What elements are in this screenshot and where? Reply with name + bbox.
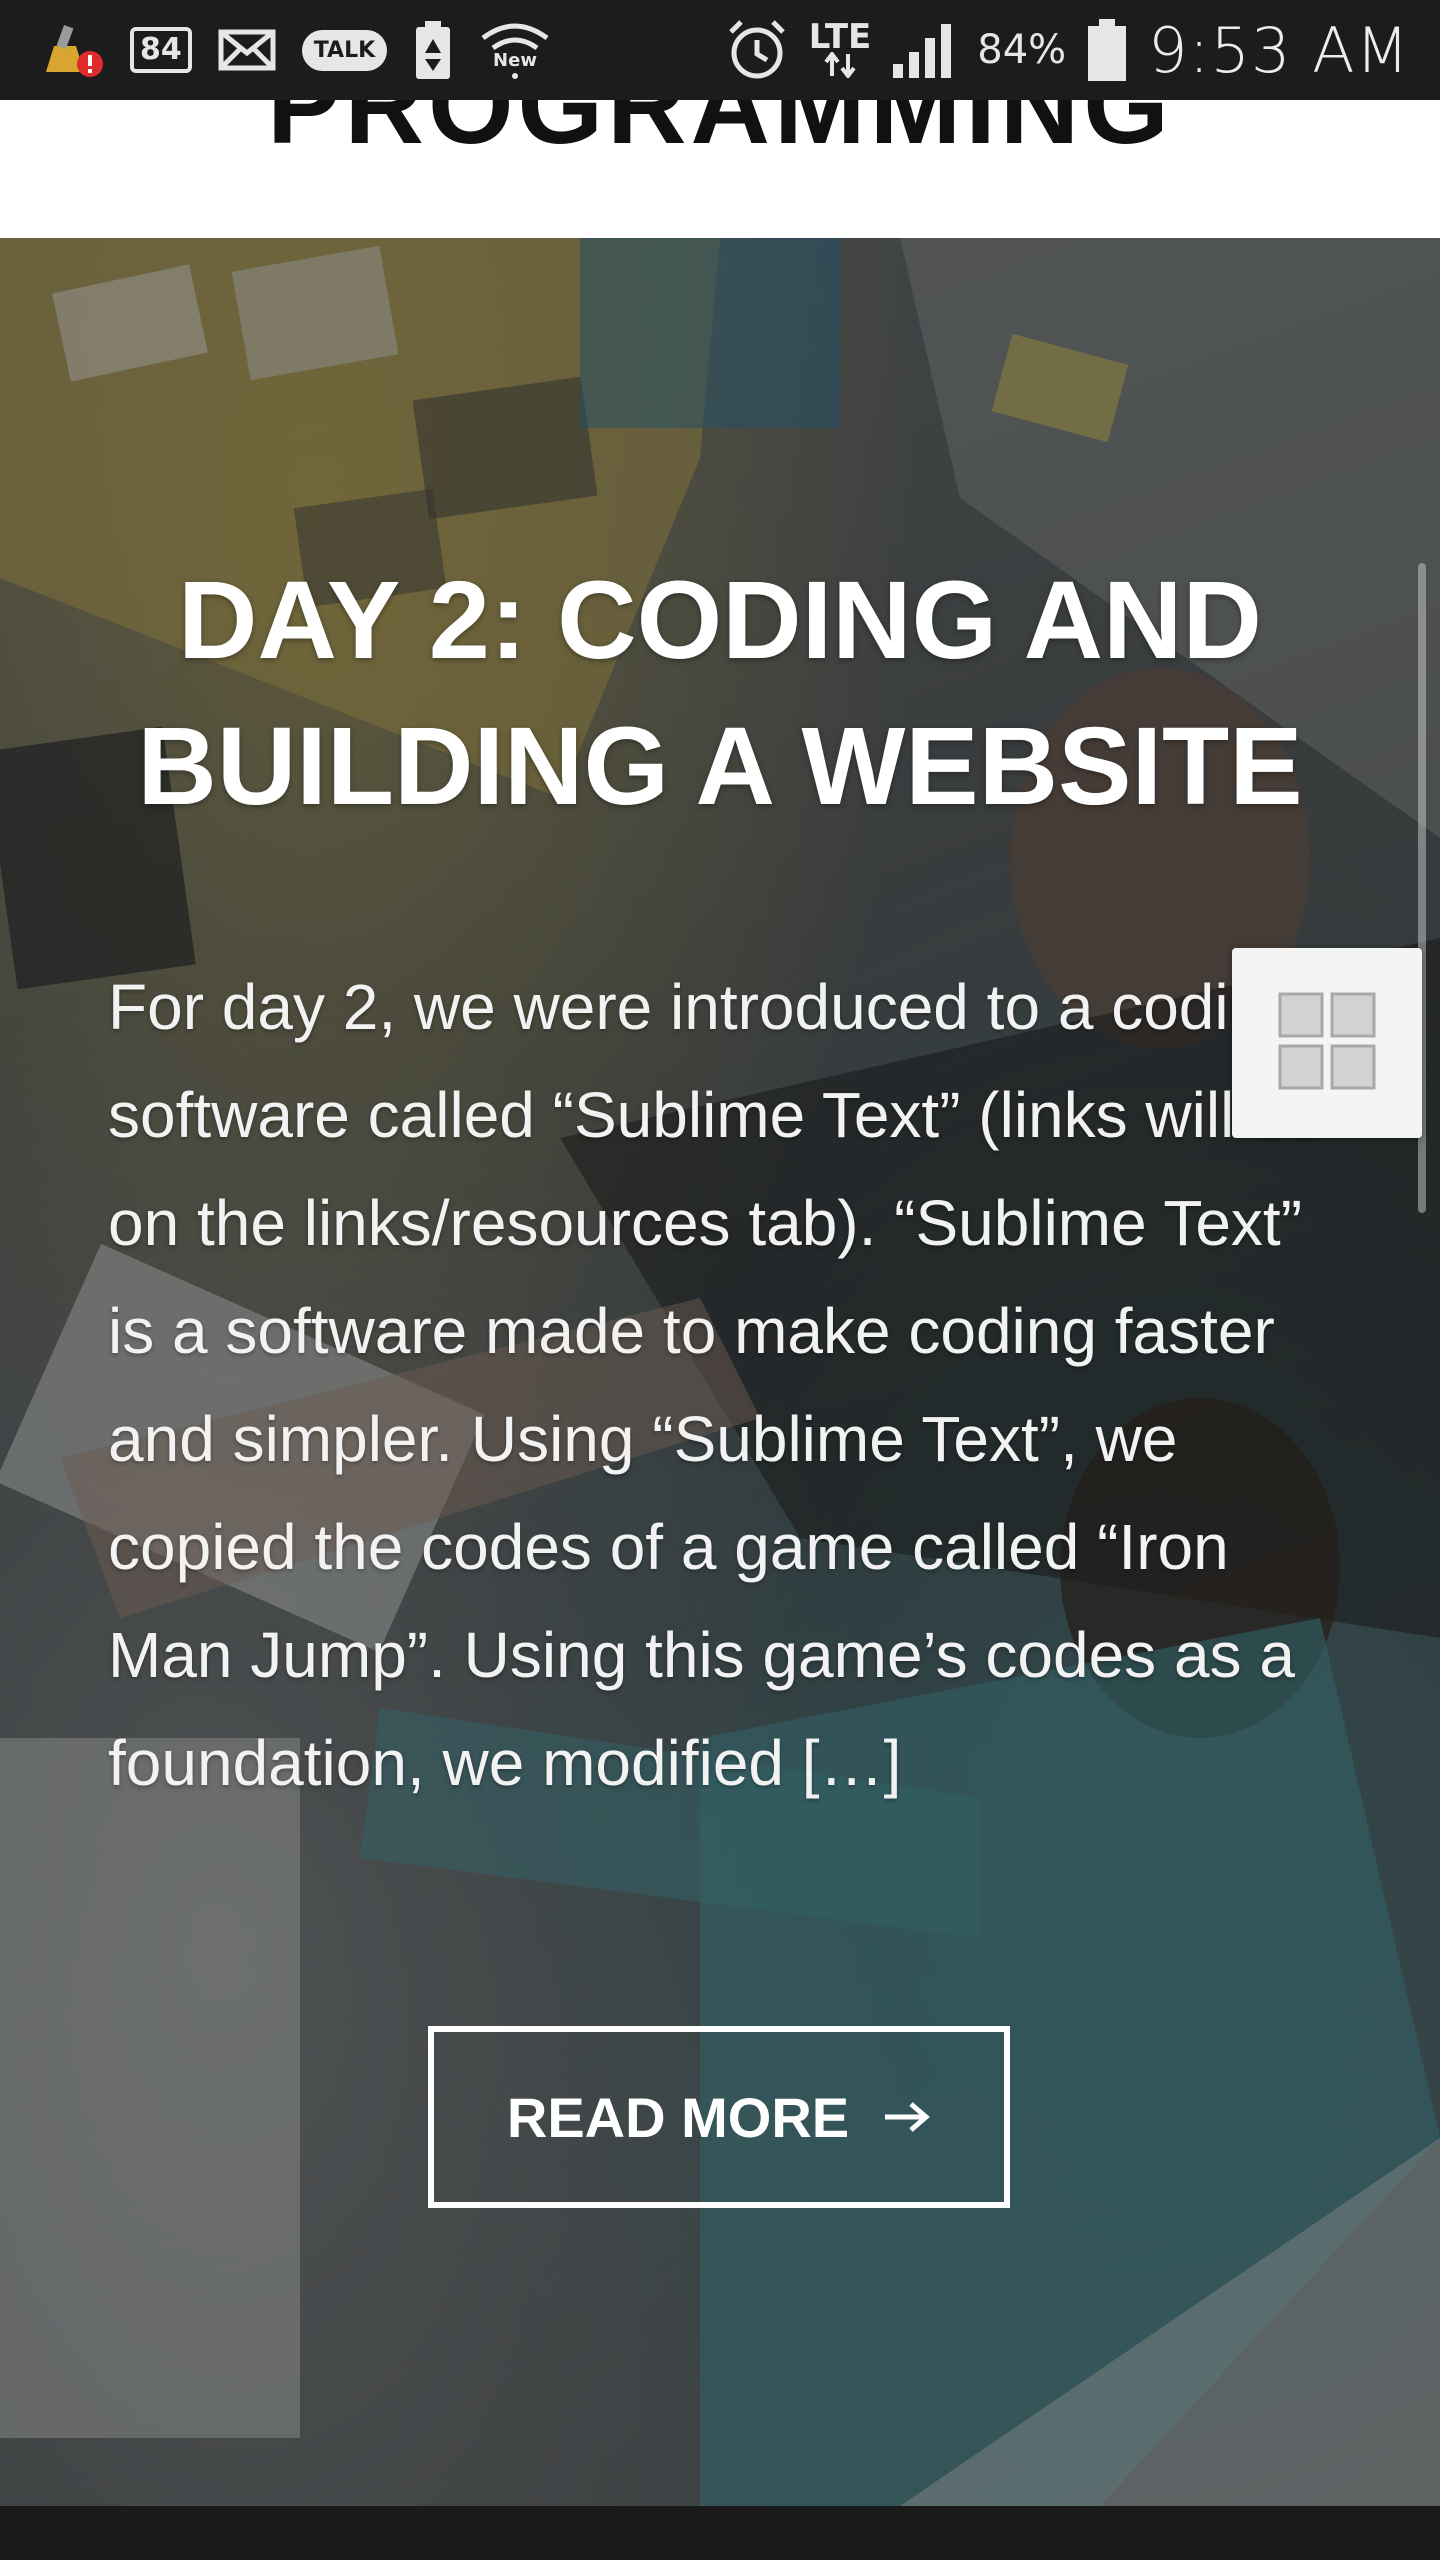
network-type: LTE (808, 17, 872, 57)
mail-icon (218, 29, 276, 71)
battery-percent: 84% (977, 27, 1067, 73)
previous-post-header: PROGRAMMING (0, 100, 1440, 238)
read-more-label: READ MORE (506, 2085, 850, 2149)
previous-post-title[interactable]: PROGRAMMING (0, 100, 1440, 169)
grid-icon (1278, 992, 1376, 1095)
lte-indicator: LTE (808, 17, 872, 78)
talk-icon: TALK (301, 29, 388, 71)
read-more-button[interactable]: READ MORE (428, 2026, 1010, 2208)
wifi-label: New (493, 50, 537, 71)
post-card: DAY 2: CODING AND BUILDING A WEBSITE For… (0, 238, 1440, 2506)
battery-saver-icon (413, 19, 453, 81)
notification-count-badge: 84 (130, 27, 192, 73)
cleaner-alert-icon (40, 20, 104, 80)
status-bar: 84 TALK New LTE 84% 9:53 AM (0, 0, 1440, 100)
arrow-right-icon (883, 2100, 931, 2134)
post-excerpt: For day 2, we were introduced to a codin… (108, 971, 1324, 1799)
bottom-bar (0, 2506, 1440, 2560)
signal-icon (891, 20, 957, 80)
alarm-icon (725, 18, 789, 82)
clock: 9:53 AM (1148, 13, 1410, 87)
data-arrows-icon (824, 52, 856, 78)
wifi-icon: New (479, 20, 551, 80)
battery-icon (1086, 17, 1128, 83)
grid-menu-button[interactable] (1232, 948, 1422, 1138)
post-title[interactable]: DAY 2: CODING AND BUILDING A WEBSITE (60, 548, 1380, 840)
